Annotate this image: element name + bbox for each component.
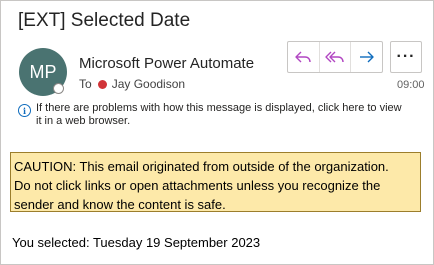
caution-line: Do not click links or open attachments u… <box>14 178 381 193</box>
caution-line: CAUTION: This email originated from outs… <box>14 159 389 174</box>
recipient-line: To Jay Goodison <box>79 77 185 91</box>
reply-all-icon <box>325 51 344 63</box>
email-subject: [EXT] Selected Date <box>18 10 191 31</box>
presence-status-icon <box>53 83 64 94</box>
caution-line: sender and know the content is safe. <box>14 197 226 212</box>
email-reading-pane: [EXT] Selected Date MP Microsoft Power A… <box>0 0 434 265</box>
sender-name[interactable]: Microsoft Power Automate <box>79 55 254 72</box>
info-bar-text: If there are problems with how this mess… <box>36 102 402 127</box>
external-caution-banner: CAUTION: This email originated from outs… <box>10 152 421 212</box>
recipient-name[interactable]: Jay Goodison <box>112 77 185 91</box>
reply-all-button[interactable] <box>320 42 352 72</box>
reply-icon <box>295 51 312 63</box>
forward-button[interactable] <box>351 42 382 72</box>
more-icon: ··· <box>396 48 416 65</box>
info-icon: i <box>18 104 31 117</box>
info-bar[interactable]: i If there are problems with how this me… <box>18 102 408 128</box>
reply-button[interactable] <box>288 42 320 72</box>
more-actions-button[interactable]: ··· <box>390 41 422 73</box>
message-actions-group <box>287 41 383 73</box>
to-label: To <box>79 77 92 91</box>
avatar-initials: MP <box>29 61 57 82</box>
email-body-text: You selected: Tuesday 19 September 2023 <box>12 235 261 250</box>
forward-icon <box>359 51 374 63</box>
received-time: 09:00 <box>397 79 425 91</box>
recipient-presence-icon <box>97 79 107 89</box>
